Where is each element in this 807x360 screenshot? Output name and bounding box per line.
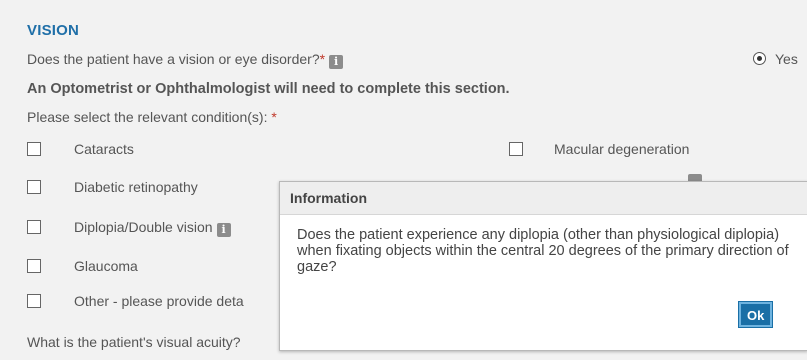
checkbox-label-diplopia: Diplopia/Double vision i — [74, 219, 231, 237]
checkbox-label-macular-degeneration: Macular degeneration — [554, 141, 690, 157]
checkbox-label-cataracts: Cataracts — [74, 141, 134, 157]
section-title: VISION — [27, 22, 80, 39]
conditions-label-text: Please select the relevant condition(s): — [27, 109, 268, 125]
checkbox-label-other: Other - please provide deta — [74, 293, 244, 309]
visual-acuity-question: What is the patient's visual acuity? — [27, 334, 241, 350]
checkbox-diabetic-retinopathy[interactable] — [27, 180, 41, 194]
vision-disorder-question: Does the patient have a vision or eye di… — [27, 51, 344, 69]
radio-selected-icon[interactable] — [753, 52, 766, 65]
dialog-title: Information — [280, 182, 807, 215]
ok-button[interactable]: Ok — [738, 301, 773, 328]
checkbox-glaucoma[interactable] — [27, 259, 41, 273]
dialog-message: Does the patient experience any diplopia… — [297, 227, 789, 275]
checkbox-label-diabetic-retinopathy: Diabetic retinopathy — [74, 179, 198, 195]
diplopia-label-text: Diplopia/Double vision — [74, 219, 213, 235]
required-mark: * — [271, 109, 277, 125]
information-dialog: Information Does the patient experience … — [279, 181, 807, 351]
info-icon[interactable]: i — [329, 55, 344, 69]
checkbox-label-glaucoma: Glaucoma — [74, 258, 138, 274]
checkbox-cataracts[interactable] — [27, 142, 41, 156]
yes-radio-option[interactable]: Yes — [753, 51, 798, 67]
checkbox-diplopia[interactable] — [27, 220, 41, 234]
checkbox-other[interactable] — [27, 294, 41, 308]
question-text: Does the patient have a vision or eye di… — [27, 51, 320, 67]
conditions-label: Please select the relevant condition(s):… — [27, 109, 277, 125]
required-mark: * — [319, 51, 326, 67]
checkbox-macular-degeneration[interactable] — [509, 142, 523, 156]
yes-label: Yes — [775, 51, 798, 67]
specialist-note: An Optometrist or Ophthalmologist will n… — [27, 81, 510, 97]
diplopia-info-icon[interactable]: i — [216, 223, 231, 237]
